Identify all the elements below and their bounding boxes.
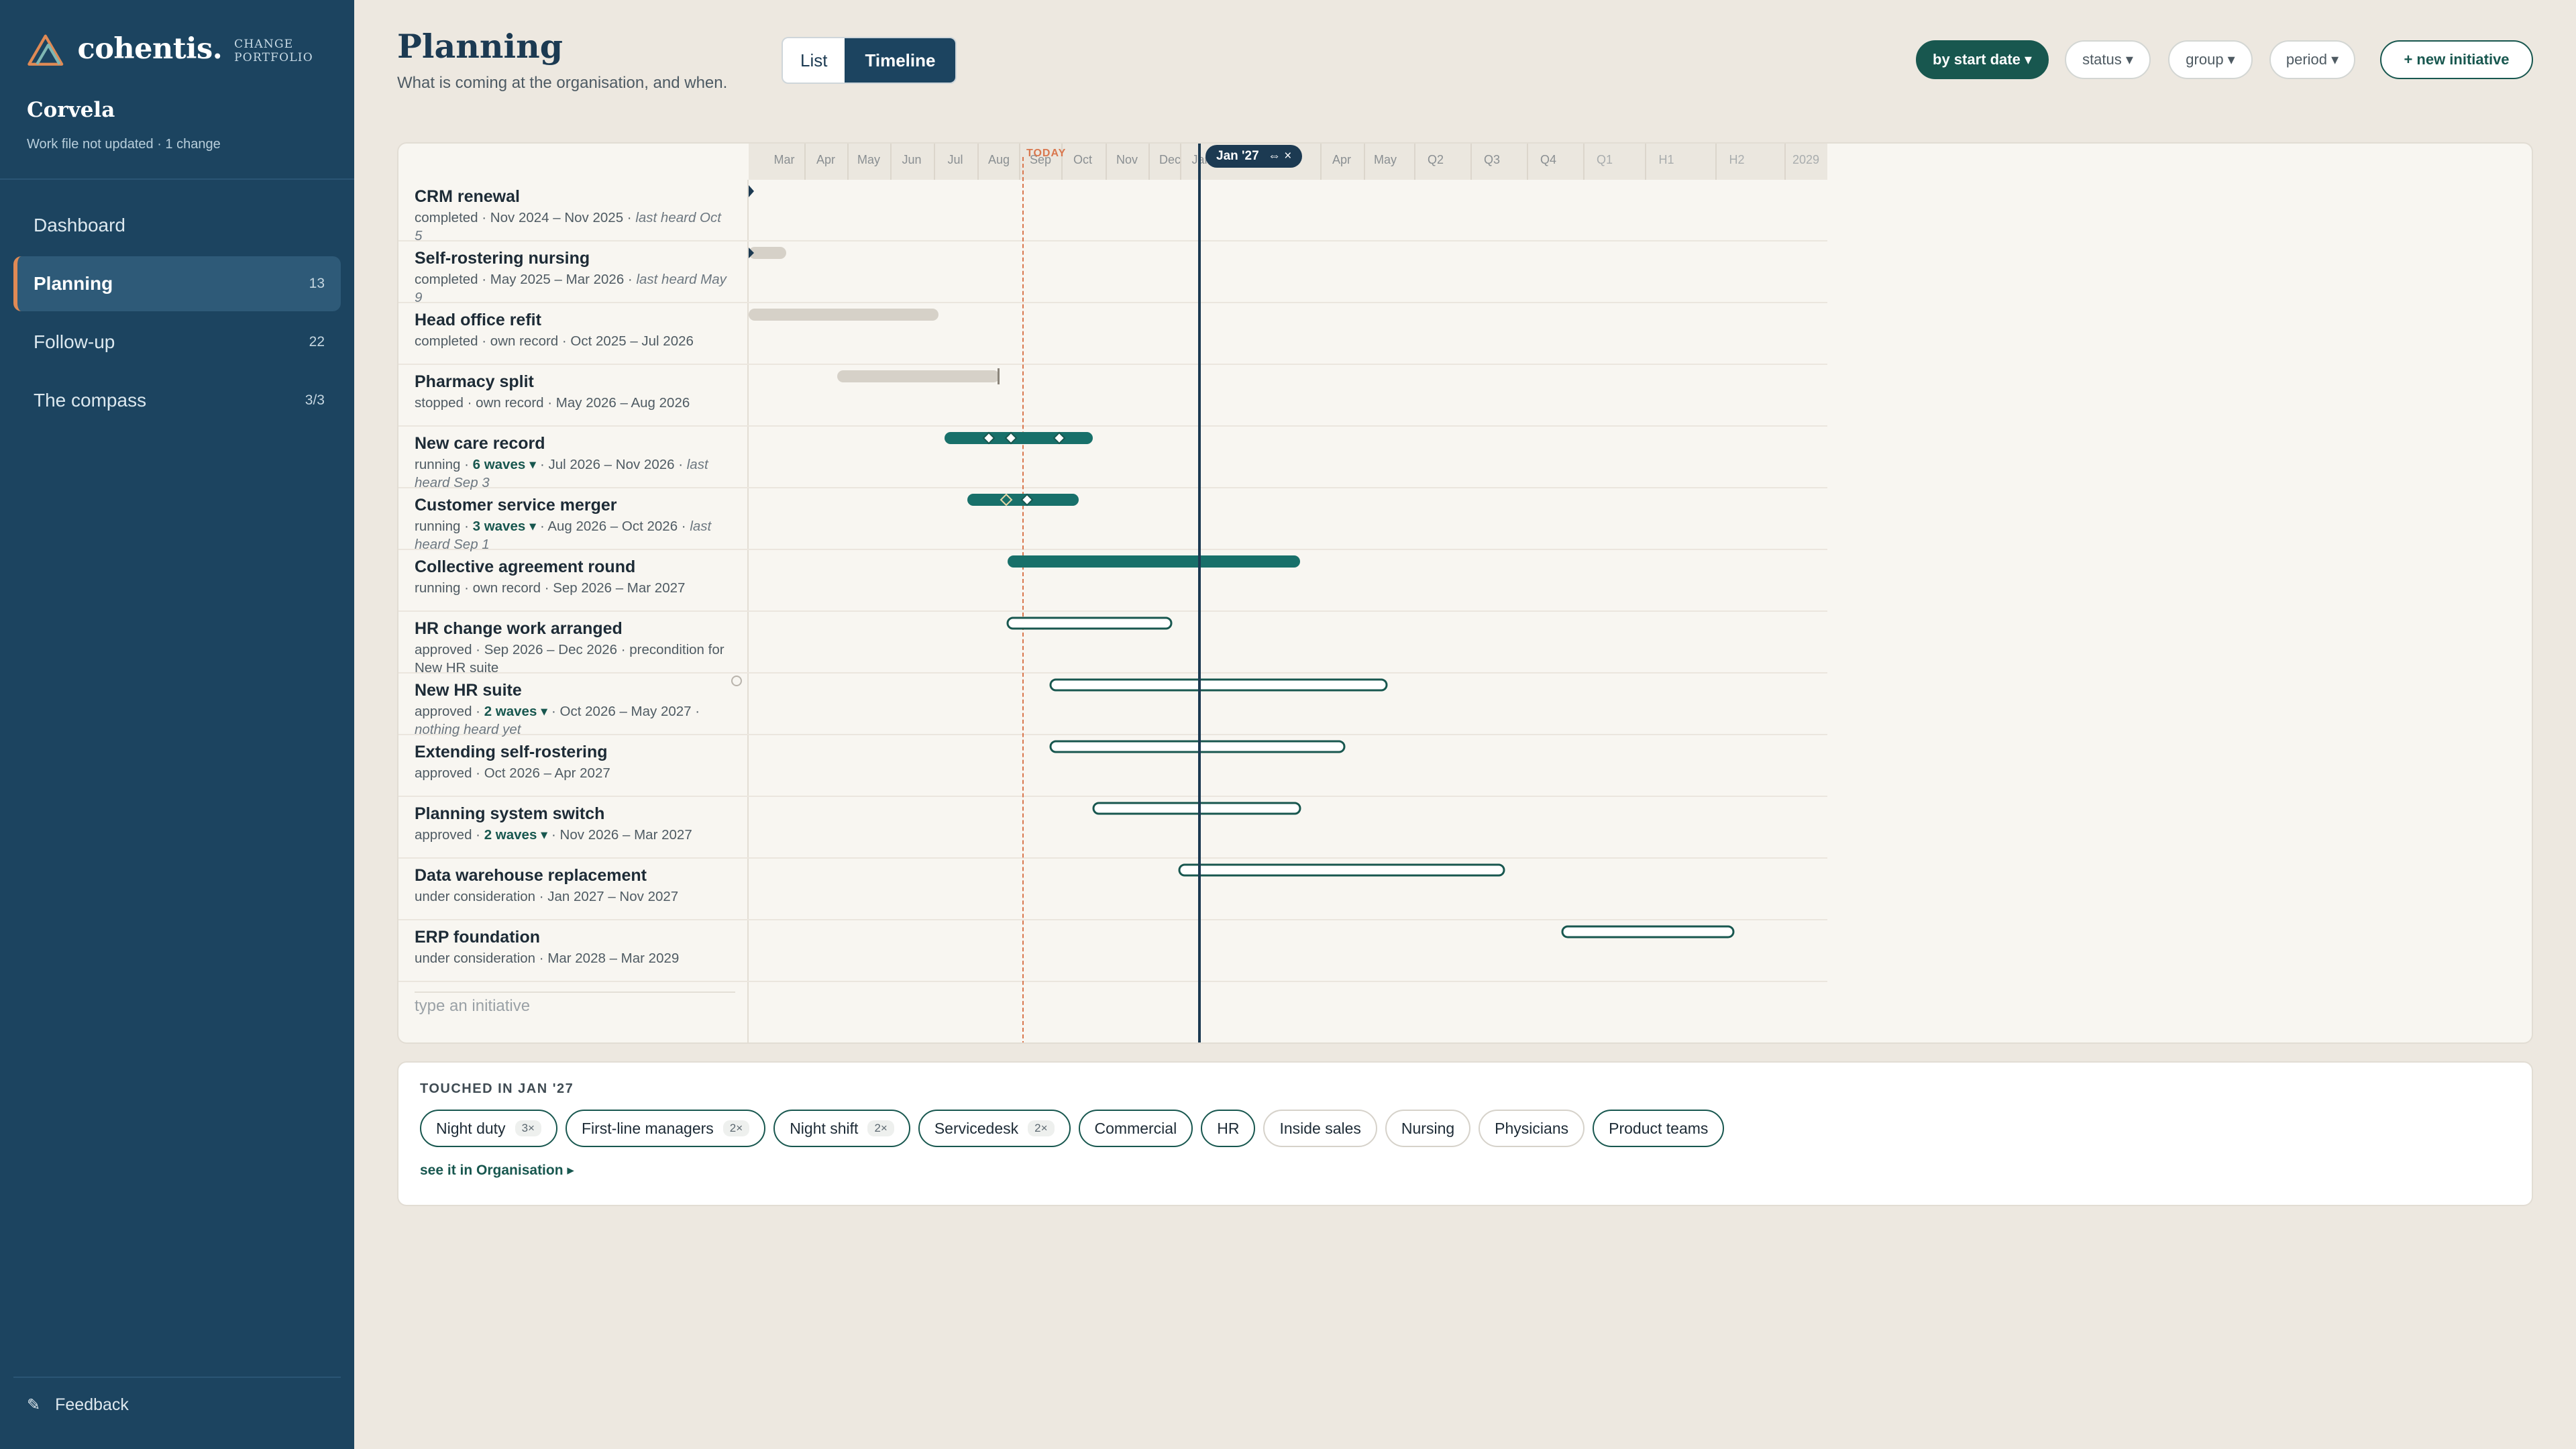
initiative-bar[interactable] [1006,616,1173,630]
sidebar-item-label: Follow-up [34,331,115,352]
view-timeline-button[interactable]: Timeline [845,38,956,83]
sidebar-item-label: Planning [34,273,113,294]
touched-panel: TOUCHED IN JAN '27 Night duty 3× First-lin… [397,1061,2533,1206]
bar-start-arrow-icon[interactable] [749,185,754,197]
initiative-bar[interactable] [749,309,938,321]
sidebar-divider [0,178,354,180]
sidebar-item-dashboard[interactable]: Dashboard [13,198,341,253]
initiative-bar[interactable] [1092,802,1301,815]
touched-tag[interactable]: First-line managers 2× [565,1110,766,1147]
group-filter[interactable]: group ▾ [2168,40,2253,79]
dependency-indicator-icon[interactable] [731,676,742,686]
touched-tag[interactable]: Product teams [1593,1110,1725,1147]
sidebar-nav: Dashboard Planning 13 Follow-up 22 The c… [13,198,341,431]
status-filter[interactable]: status ▾ [2065,40,2151,79]
period-filter[interactable]: period ▾ [2269,40,2355,79]
brand-subtitle: CHANGE PORTFOLIO [234,38,313,64]
initiative-bar[interactable] [1178,863,1505,877]
touched-tag-count: 2× [867,1120,894,1136]
feedback-button[interactable]: ✎ Feedback [27,1395,129,1415]
view-list-button[interactable]: List [783,38,845,83]
initiative-bar[interactable] [1008,555,1300,568]
org-name: Corvela [27,98,115,122]
touched-tag-count: 2× [722,1120,750,1136]
touched-tag[interactable]: HR [1201,1110,1256,1147]
timeline-panel: Mar Apr May Jun Jul Aug Sep Oct Nov Dec Jan Apr May Q… [397,142,2533,1044]
sort-dropdown[interactable]: by start date ▾ [1916,40,2049,79]
page-subtitle: What is coming at the organisation, and … [397,74,728,92]
touched-tag-label: Physicians [1495,1119,1569,1137]
initiative-bar[interactable] [1049,740,1346,753]
sidebar-item-label: The compass [34,390,147,411]
view-toggle: List Timeline [782,37,957,84]
touched-tag-label: Night shift [790,1119,859,1137]
stopped-marker[interactable] [998,368,1000,384]
timeline-bars [749,185,1735,938]
touched-tag[interactable]: Night duty 3× [420,1110,557,1147]
touched-tag-label: Inside sales [1279,1119,1361,1137]
sidebar-item-count: 22 [309,334,325,350]
sidebar-item-count: 3/3 [305,392,325,408]
page-title: Planning [397,27,563,66]
touched-tag[interactable]: Servicedesk 2× [918,1110,1071,1147]
touched-tag-label: Night duty [436,1119,506,1137]
selected-month-label: Jan '27 [1216,149,1259,163]
sidebar-item-count: 13 [309,276,325,291]
initiative-bar[interactable] [945,432,1093,444]
new-initiative-button[interactable]: + new initiative [2380,40,2533,79]
touched-tag[interactable]: Night shift 2× [773,1110,910,1147]
initiative-bar[interactable] [1049,678,1388,692]
sidebar-item-label: Dashboard [34,215,125,235]
cohentis-logo-icon [28,34,64,66]
drag-close-icons[interactable]: ⇔ × [1268,149,1291,163]
initiative-bar[interactable] [837,370,1000,382]
touched-tags: Night duty 3× First-line managers 2× Night s… [420,1110,1732,1147]
touched-tag[interactable]: Commercial [1078,1110,1193,1147]
see-in-organisation-link[interactable]: see it in Organisation ▸ [420,1162,574,1179]
touched-tag-label: First-line managers [581,1119,714,1137]
initiative-bar[interactable] [1561,925,1735,938]
touched-tag[interactable]: Physicians [1479,1110,1585,1147]
touched-title: TOUCHED IN JAN '27 [420,1081,574,1096]
touched-tag-label: HR [1217,1119,1240,1137]
touched-tag-label: Nursing [1401,1119,1455,1137]
selected-month-line[interactable] [1198,144,1201,1042]
org-status[interactable]: Work file not updated · 1 change [27,137,221,152]
touched-tag[interactable]: Inside sales [1263,1110,1377,1147]
touched-tag-label: Product teams [1609,1119,1709,1137]
selected-month-chip[interactable]: Jan '27 ⇔ × [1205,145,1303,168]
sidebar-item-follow-up[interactable]: Follow-up 22 [13,315,341,370]
brand-name: cohentis. [77,32,223,66]
sidebar-item-compass[interactable]: The compass 3/3 [13,373,341,428]
feedback-label: Feedback [55,1395,129,1414]
touched-tag[interactable]: Nursing [1385,1110,1471,1147]
sidebar-item-planning[interactable]: Planning 13 [13,256,341,311]
touched-tag-count: 2× [1028,1120,1055,1136]
touched-tag-label: Servicedesk [934,1119,1019,1137]
brand[interactable]: cohentis. CHANGE PORTFOLIO [27,30,354,68]
sidebar: cohentis. CHANGE PORTFOLIO Corvela Work … [0,0,354,1449]
initiative-bar[interactable] [749,247,786,259]
pencil-icon: ✎ [27,1396,41,1414]
sidebar-footer-divider [13,1377,341,1378]
touched-tag-count: 3× [515,1120,541,1136]
touched-tag-label: Commercial [1094,1119,1177,1137]
